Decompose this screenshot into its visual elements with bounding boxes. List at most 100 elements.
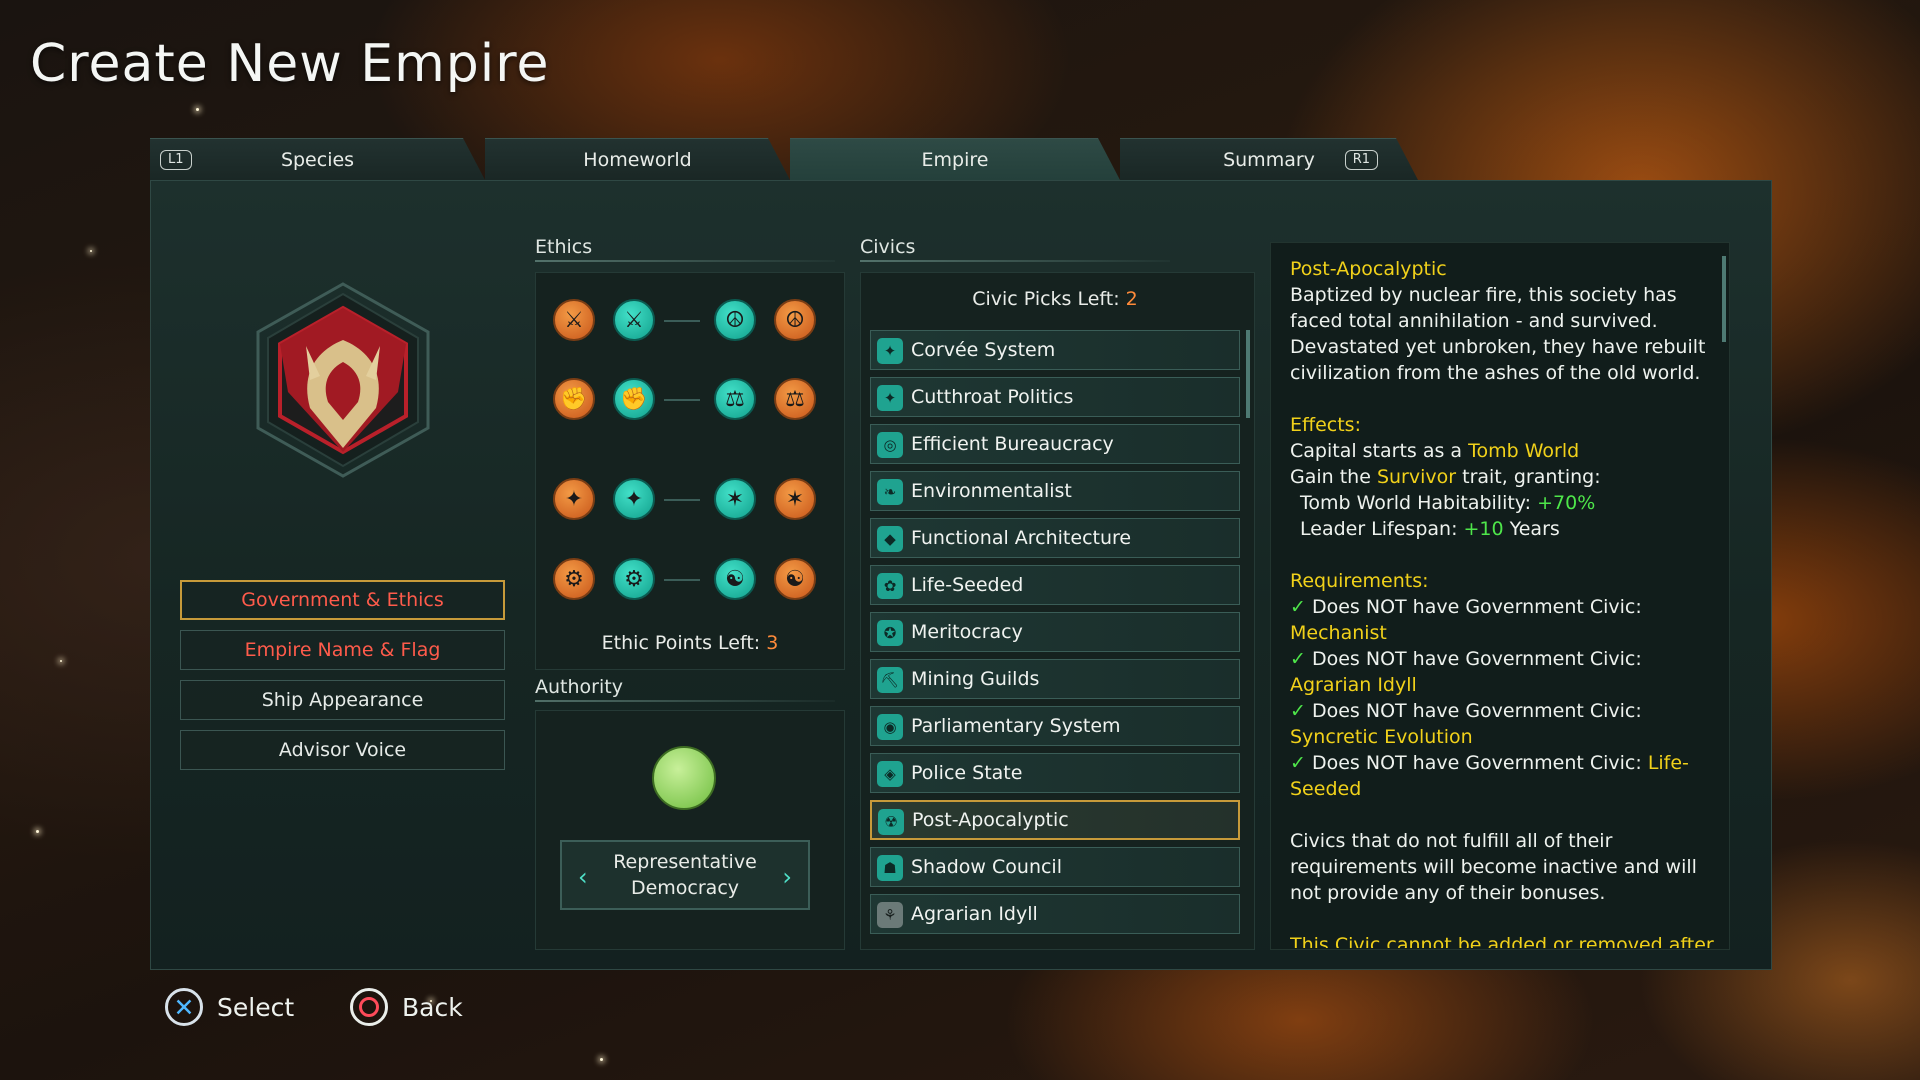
civic-icon: ☗ bbox=[877, 855, 903, 881]
civic-icon: ✿ bbox=[877, 573, 903, 599]
civic-label: Corvée System bbox=[911, 339, 1056, 361]
star bbox=[196, 108, 199, 111]
civic-item[interactable]: ❧ Environmentalist bbox=[870, 471, 1240, 511]
description-scrollbar[interactable] bbox=[1722, 256, 1726, 342]
civic-picks-value: 2 bbox=[1125, 288, 1138, 310]
civic-icon: ✦ bbox=[877, 385, 903, 411]
star bbox=[90, 250, 92, 252]
tab-summary[interactable]: Summary R1 bbox=[1120, 138, 1418, 180]
r1-button-hint: R1 bbox=[1345, 150, 1378, 170]
requirement-value: Syncretic Evolution bbox=[1290, 726, 1473, 748]
materialist-ethic-icon[interactable]: ⚙ bbox=[613, 558, 655, 600]
civic-icon: ⚘ bbox=[877, 902, 903, 928]
fanatic-xenophobe-ethic-icon[interactable]: ✦ bbox=[553, 478, 595, 520]
back-prompt[interactable]: Back bbox=[350, 988, 463, 1026]
fanatic-militarist-ethic-icon[interactable]: ⚔ bbox=[553, 299, 595, 341]
button-label: Ship Appearance bbox=[261, 689, 424, 711]
civic-icon: ❧ bbox=[877, 479, 903, 505]
effect-text: Years bbox=[1503, 518, 1560, 540]
requirement-text: Does NOT have Government Civic: bbox=[1311, 596, 1642, 618]
civic-icon: ✪ bbox=[877, 620, 903, 646]
civic-item-selected[interactable]: ☢ Post-Apocalyptic bbox=[870, 800, 1240, 840]
fanatic-materialist-ethic-icon[interactable]: ⚙ bbox=[553, 558, 595, 600]
civics-scrollbar[interactable] bbox=[1246, 330, 1250, 418]
advisor-voice-button[interactable]: Advisor Voice bbox=[180, 730, 505, 770]
authority-selector[interactable]: ‹ Representative Democracy › bbox=[560, 840, 810, 910]
section-divider bbox=[535, 260, 835, 262]
empire-emblem[interactable] bbox=[248, 280, 438, 480]
fanatic-authoritarian-ethic-icon[interactable]: ✊ bbox=[553, 378, 595, 420]
check-icon: ✓ bbox=[1290, 648, 1312, 670]
tab-homeworld[interactable]: Homeworld bbox=[485, 138, 790, 180]
empire-name-flag-button[interactable]: Empire Name & Flag bbox=[180, 630, 505, 670]
tab-empire[interactable]: Empire bbox=[790, 138, 1120, 180]
civic-icon: ◉ bbox=[877, 714, 903, 740]
star bbox=[600, 1058, 603, 1061]
ethic-axis-line bbox=[664, 579, 700, 581]
circle-inner-icon bbox=[359, 997, 379, 1017]
effect-value: +10 bbox=[1463, 518, 1504, 540]
civic-label: Meritocracy bbox=[911, 621, 1023, 643]
effect-line: Leader Lifespan: +10 Years bbox=[1290, 516, 1715, 542]
tab-species[interactable]: L1 Species bbox=[150, 138, 485, 180]
effect-text: Gain the bbox=[1290, 466, 1377, 488]
arrow-left-icon[interactable]: ‹ bbox=[578, 864, 588, 890]
civic-label: Functional Architecture bbox=[911, 527, 1132, 549]
prompt-label: Select bbox=[217, 992, 295, 1022]
ethic-points-label: Ethic Points Left: bbox=[601, 632, 767, 654]
civic-label: Environmentalist bbox=[911, 480, 1072, 502]
effect-text: Tomb World Habitability: bbox=[1300, 492, 1538, 514]
civic-item[interactable]: ◎ Efficient Bureaucracy bbox=[870, 424, 1240, 464]
tab-label: Homeworld bbox=[583, 148, 692, 171]
fanatic-xenophile-ethic-icon[interactable]: ✶ bbox=[774, 478, 816, 520]
effect-line: Gain the Survivor trait, granting: bbox=[1290, 464, 1715, 490]
circle-button-icon bbox=[350, 988, 388, 1026]
button-label: Government & Ethics bbox=[241, 589, 444, 611]
ship-appearance-button[interactable]: Ship Appearance bbox=[180, 680, 505, 720]
xenophobe-ethic-icon[interactable]: ✦ bbox=[613, 478, 655, 520]
arrow-right-icon[interactable]: › bbox=[782, 864, 792, 890]
fanatic-pacifist-ethic-icon[interactable]: ☮ bbox=[774, 299, 816, 341]
civic-label: Shadow Council bbox=[911, 856, 1062, 878]
requirement-text: Does NOT have Government Civic: bbox=[1311, 752, 1648, 774]
requirement-text: Does NOT have Government Civic: bbox=[1311, 700, 1642, 722]
tab-label: Species bbox=[280, 148, 355, 171]
effect-text: trait, granting: bbox=[1456, 466, 1601, 488]
effects-header: Effects: bbox=[1290, 414, 1361, 436]
civic-item[interactable]: ⚘ Agrarian Idyll bbox=[870, 894, 1240, 934]
prompt-label: Back bbox=[402, 992, 463, 1022]
effect-text: Leader Lifespan: bbox=[1300, 518, 1464, 540]
civic-item[interactable]: ◈ Police State bbox=[870, 753, 1240, 793]
authority-header: Authority bbox=[535, 676, 623, 698]
civic-item[interactable]: ◆ Functional Architecture bbox=[870, 518, 1240, 558]
civic-item[interactable]: ✦ Corvée System bbox=[870, 330, 1240, 370]
government-ethics-button[interactable]: Government & Ethics bbox=[180, 580, 505, 620]
civics-header: Civics bbox=[860, 236, 916, 258]
civic-label: Parliamentary System bbox=[911, 715, 1121, 737]
civic-item[interactable]: ⛏ Mining Guilds bbox=[870, 659, 1240, 699]
requirement-value: Mechanist bbox=[1290, 622, 1387, 644]
civic-item[interactable]: ◉ Parliamentary System bbox=[870, 706, 1240, 746]
l1-button-hint: L1 bbox=[160, 150, 192, 170]
effect-line: Tomb World Habitability: +70% bbox=[1290, 490, 1715, 516]
civic-item[interactable]: ✦ Cutthroat Politics bbox=[870, 377, 1240, 417]
civic-label: Cutthroat Politics bbox=[911, 386, 1074, 408]
militarist-ethic-icon[interactable]: ⚔ bbox=[613, 299, 655, 341]
spiritualist-ethic-icon[interactable]: ☯ bbox=[714, 558, 756, 600]
requirement-value: Agrarian Idyll bbox=[1290, 674, 1417, 696]
civic-icon: ✦ bbox=[877, 338, 903, 364]
civic-item[interactable]: ✪ Meritocracy bbox=[870, 612, 1240, 652]
pacifist-ethic-icon[interactable]: ☮ bbox=[714, 299, 756, 341]
requirements-header: Requirements: bbox=[1290, 570, 1429, 592]
ethic-axis-line bbox=[664, 499, 700, 501]
fanatic-spiritualist-ethic-icon[interactable]: ☯ bbox=[774, 558, 816, 600]
effect-line: Capital starts as a Tomb World bbox=[1290, 438, 1715, 464]
xenophile-ethic-icon[interactable]: ✶ bbox=[714, 478, 756, 520]
ethic-axis-line bbox=[664, 320, 700, 322]
civic-item[interactable]: ☗ Shadow Council bbox=[870, 847, 1240, 887]
select-prompt[interactable]: ✕ Select bbox=[165, 988, 294, 1026]
authoritarian-ethic-icon[interactable]: ✊ bbox=[613, 378, 655, 420]
egalitarian-ethic-icon[interactable]: ⚖ bbox=[714, 378, 756, 420]
civic-item[interactable]: ✿ Life-Seeded bbox=[870, 565, 1240, 605]
fanatic-egalitarian-ethic-icon[interactable]: ⚖ bbox=[774, 378, 816, 420]
